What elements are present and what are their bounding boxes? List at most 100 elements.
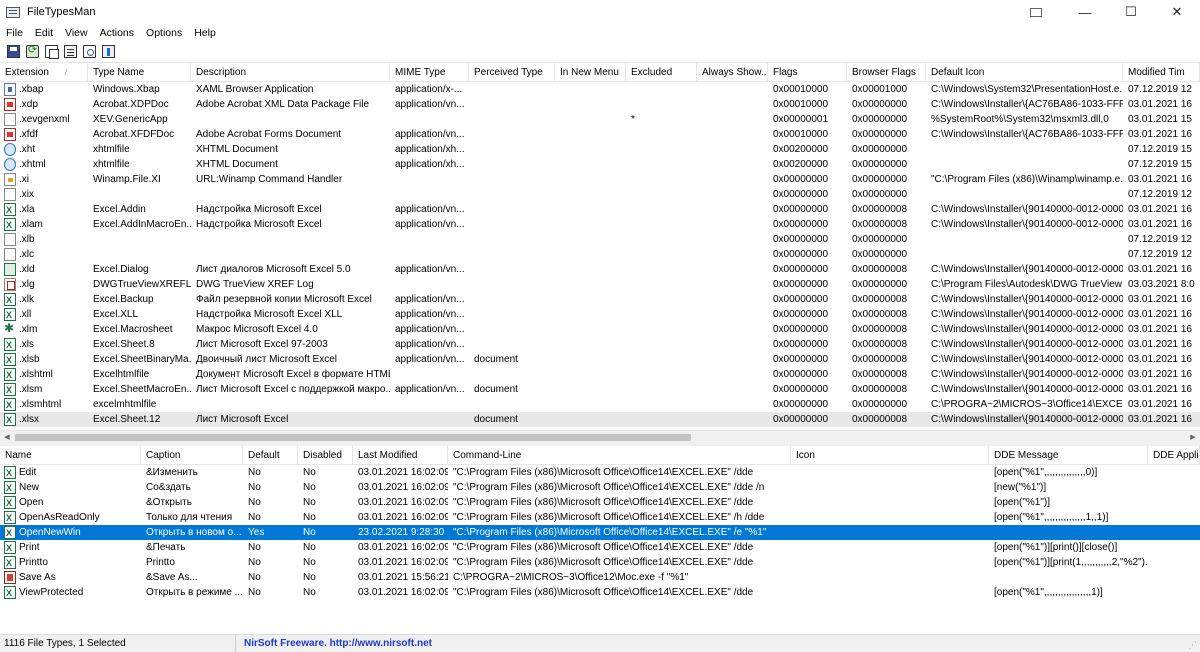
menu-file[interactable]: File <box>0 27 29 39</box>
action-row[interactable]: OpenAsReadOnly Только для чтения No No 03.01… <box>0 510 1200 525</box>
actions-col-ico[interactable]: Icon <box>791 446 989 465</box>
cell-caption: Со&здать <box>146 482 191 493</box>
file-types-col-ext[interactable]: Extension / <box>0 63 88 82</box>
cell-desc <box>191 247 390 262</box>
find-button[interactable] <box>80 42 99 61</box>
cell-ico <box>791 570 989 585</box>
file-types-col-bflags[interactable]: Browser Flags <box>847 63 926 82</box>
cell-perceived <box>469 292 555 307</box>
actions-col-disabled[interactable]: Disabled <box>298 446 353 465</box>
actions-list[interactable]: Name Caption Default Disabled Last Modified C… <box>0 446 1200 634</box>
file-types-col-excluded[interactable]: Excluded <box>626 63 697 82</box>
cell-ext: .xld <box>0 262 88 277</box>
scrollbar-thumb[interactable] <box>15 434 691 441</box>
action-row[interactable]: ViewProtected Открыть в режиме ... No No 03.… <box>0 585 1200 600</box>
file-type-row[interactable]: .xfdf Acrobat.XFDFDoc Adobe Acrobat Forms … <box>0 127 1200 142</box>
cell-bflags: 0x00000008 <box>852 294 908 305</box>
cell-flags: 0x00000001 <box>773 114 829 125</box>
refresh-button[interactable] <box>23 42 42 61</box>
file-types-col-desc[interactable]: Description <box>191 63 390 82</box>
file-type-row[interactable]: .xhtml xhtmlfile XHTML Document application… <box>0 157 1200 172</box>
cell-name: Print <box>0 540 141 555</box>
menu-options[interactable]: Options <box>140 27 188 39</box>
file-type-row[interactable]: .xlsmhtml excelmhtmlfile 0x00000000 0x00000… <box>0 397 1200 412</box>
action-row[interactable]: Open&Открыть No No 03.01.2021 16:02:09 "C:\P… <box>0 495 1200 510</box>
actions-col-cmd[interactable]: Command-Line <box>448 446 791 465</box>
actions-col-caption[interactable]: Caption <box>141 446 243 465</box>
file-types-col-newmenu[interactable]: In New Menu <box>555 63 626 82</box>
cell-modified: 03.01.2021 16 <box>1128 354 1192 365</box>
file-types-col-mime[interactable]: MIME Type <box>390 63 469 82</box>
cell-always <box>697 82 768 97</box>
file-type-row[interactable]: .xi Winamp.File.XI URL:Winamp Command Hand… <box>0 172 1200 187</box>
maximize-button[interactable]: ☐ <box>1108 0 1154 24</box>
file-type-row[interactable]: .xll Excel.XLL Надстройка Microsoft Excel … <box>0 307 1200 322</box>
file-type-row[interactable]: .xlam Excel.AddInMacroEn... Надстройка Mic… <box>0 217 1200 232</box>
file-type-row[interactable]: .xlsb Excel.SheetBinaryMa... Двоичный лист… <box>0 352 1200 367</box>
file-types-list[interactable]: Extension / Type Name Description MIME Type P… <box>0 63 1200 430</box>
actions-col-default[interactable]: Default <box>243 446 298 465</box>
minimize-button[interactable]: — <box>1062 0 1108 24</box>
nirsoft-link[interactable]: NirSoft Freeware. http://www.nirsoft.net <box>244 635 432 652</box>
cell-name: OpenNewWin <box>0 525 141 540</box>
file-type-row[interactable]: .xdp Acrobat.XDPDoc Adobe Acrobat XML Data… <box>0 97 1200 112</box>
file-type-row[interactable]: .xbap Windows.Xbap XAML Browser Applicatio… <box>0 82 1200 97</box>
file-types-col-icon_path[interactable]: Default Icon <box>926 63 1123 82</box>
cell-type: Windows.Xbap <box>93 84 160 95</box>
actions-col-dde[interactable]: DDE Message <box>989 446 1148 465</box>
resize-grip-icon[interactable]: ⋰ <box>1188 640 1198 650</box>
cell-newmenu <box>555 322 626 337</box>
file-types-col-type[interactable]: Type Name <box>88 63 191 82</box>
cell-bflags: 0x00000000 <box>852 399 908 410</box>
action-row[interactable]: Printto Printto No No 03.01.2021 16:02:09 "C:… <box>0 555 1200 570</box>
file-type-row[interactable]: .xlm Excel.Macrosheet Макрос Microsoft Exc… <box>0 322 1200 337</box>
exit-button[interactable] <box>99 42 118 61</box>
file-types-col-always[interactable]: Always Show... <box>697 63 768 82</box>
copy-button[interactable] <box>42 42 61 61</box>
cell-ddeapp <box>1148 555 1200 570</box>
actions-col-name[interactable]: Name <box>0 446 141 465</box>
file-type-row[interactable]: .xlsx Excel.Sheet.12 Лист Microsoft Excel d… <box>0 412 1200 427</box>
actions-col-ddeapp[interactable]: DDE Applic <box>1148 446 1200 465</box>
close-button[interactable]: ✕ <box>1154 0 1200 24</box>
file-type-row[interactable]: .xlk Excel.Backup Файл резервной копии Mic… <box>0 292 1200 307</box>
action-row[interactable]: Edit&Изменить No No 03.01.2021 16:02:09 "C:\… <box>0 465 1200 480</box>
file-type-row[interactable]: .xix 0x00000000 0x00000000 07.12.2019 12 <box>0 187 1200 202</box>
compact-overlay-button[interactable] <box>1016 0 1062 24</box>
cell-desc: Лист Microsoft Excel <box>196 414 289 425</box>
menu-edit[interactable]: Edit <box>29 27 59 39</box>
file-type-row[interactable]: .xlc 0x00000000 0x00000000 07.12.2019 12 <box>0 247 1200 262</box>
action-row[interactable]: Save As &Save As... No No 03.01.2021 15:56:2… <box>0 570 1200 585</box>
properties-button[interactable] <box>61 42 80 61</box>
file-type-row[interactable]: .xht xhtmlfile XHTML Document application/x… <box>0 142 1200 157</box>
file-type-row[interactable]: .xlsm Excel.SheetMacroEn... Лист Microsoft… <box>0 382 1200 397</box>
cell-ico <box>791 585 989 600</box>
menu-view[interactable]: View <box>59 27 94 39</box>
menu-help[interactable]: Help <box>188 27 222 39</box>
cell-dde: [open("%1")][print(1,,,,,,,,,,,2,"%2")..… <box>994 557 1148 568</box>
file-type-row[interactable]: .xla Excel.Addin Надстройка Microsoft Exce… <box>0 202 1200 217</box>
cell-excluded <box>626 292 697 307</box>
menu-actions[interactable]: Actions <box>94 27 140 39</box>
file-types-col-modified[interactable]: Modified Tim <box>1123 63 1200 82</box>
action-row[interactable]: Print&Печать No No 03.01.2021 16:02:09 "C:\P… <box>0 540 1200 555</box>
file-type-row[interactable]: .xld Excel.Dialog Лист диалогов Microsoft … <box>0 262 1200 277</box>
actions-col-modified[interactable]: Last Modified <box>353 446 448 465</box>
file-type-row[interactable]: .xls Excel.Sheet.8 Лист Microsoft Excel 97… <box>0 337 1200 352</box>
file-types-col-perceived[interactable]: Perceived Type <box>469 63 555 82</box>
file-types-rows: .xbap Windows.Xbap XAML Browser Applicatio… <box>0 82 1200 427</box>
cell-caption: Открыть в режиме ... <box>146 587 243 598</box>
generic-file-icon <box>4 248 16 261</box>
file-type-row[interactable]: .xlg DWGTrueViewXREFL... DWG TrueView XREF… <box>0 277 1200 292</box>
cell-modified: 03.01.2021 16 <box>1128 99 1192 110</box>
horizontal-scrollbar[interactable]: ◀ ▶ <box>0 430 1200 443</box>
save-button[interactable] <box>4 42 23 61</box>
file-type-row[interactable]: .xevgenxml XEV.GenericApp * 0x00000001 0x000… <box>0 112 1200 127</box>
cell-always <box>697 367 768 382</box>
file-types-col-flags[interactable]: Flags <box>768 63 847 82</box>
column-header-label: Caption <box>146 450 181 461</box>
file-type-row[interactable]: .xlshtml Excelhtmlfile Документ Microsoft … <box>0 367 1200 382</box>
action-row[interactable]: OpenNewWin Открыть в новом о... Yes No 23.02… <box>0 525 1200 540</box>
file-type-row[interactable]: .xlb 0x00000000 0x00000000 07.12.2019 12 <box>0 232 1200 247</box>
action-row[interactable]: New Со&здать No No 03.01.2021 16:02:09 "C:\Pr… <box>0 480 1200 495</box>
